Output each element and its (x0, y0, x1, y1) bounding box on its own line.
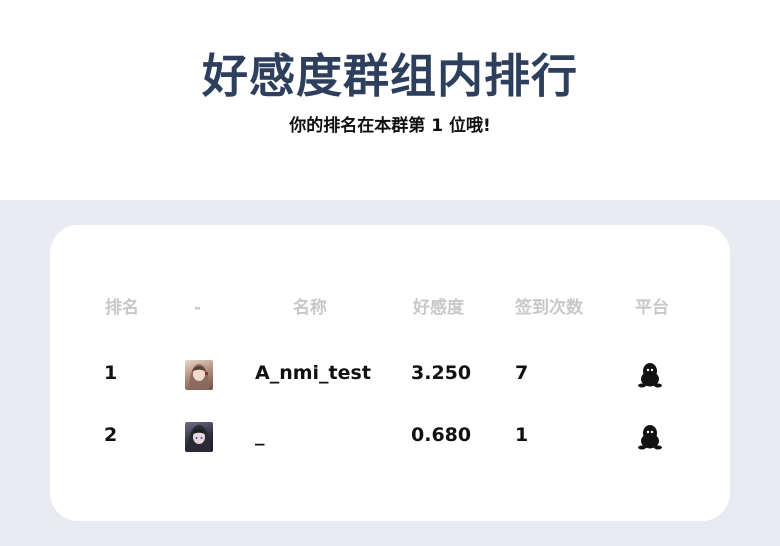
column-header-platform: 平台 (635, 298, 669, 318)
row-rank: 1 (104, 362, 118, 384)
user-avatar (185, 360, 213, 390)
column-header-sign-count: 签到次数 (515, 298, 583, 318)
user-avatar (185, 422, 213, 452)
page-title: 好感度群组内排行 (202, 49, 578, 103)
row-sign-count: 1 (515, 424, 529, 446)
row-name: _ (255, 424, 265, 446)
header: 好感度群组内排行 你的排名在本群第 1 位哦! (0, 0, 780, 200)
column-header-favorability: 好感度 (413, 298, 464, 318)
qq-penguin-icon (638, 362, 662, 388)
column-header-rank: 排名 (105, 298, 139, 318)
column-header-name: 名称 (293, 298, 327, 318)
row-rank: 2 (104, 424, 118, 446)
row-sign-count: 7 (515, 362, 529, 384)
rank-subtitle: 你的排名在本群第 1 位哦! (289, 116, 491, 136)
row-name: A_nmi_test (255, 362, 371, 384)
qq-penguin-icon (638, 424, 662, 450)
row-favorability: 3.250 (411, 362, 472, 384)
row-favorability: 0.680 (411, 424, 472, 446)
ranking-card (50, 225, 730, 521)
column-header-avatar: - (194, 298, 202, 318)
